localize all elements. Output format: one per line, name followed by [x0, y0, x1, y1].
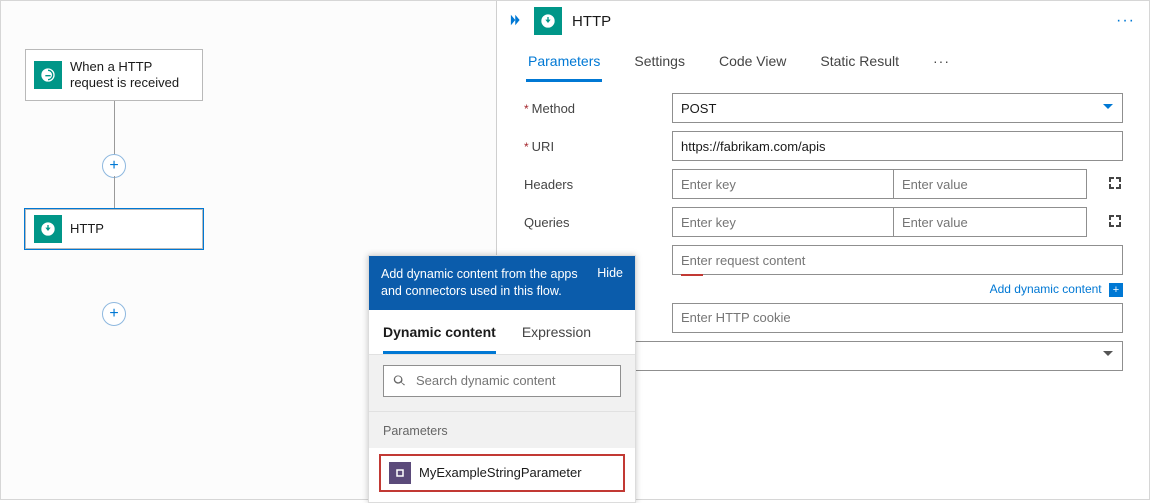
- method-label: Method: [524, 101, 662, 116]
- chevron-down-icon: [1102, 101, 1114, 116]
- tab-overflow-button[interactable]: ···: [931, 49, 952, 82]
- parameter-icon: [389, 462, 411, 484]
- http-icon: [34, 215, 62, 243]
- chevron-down-icon: [1102, 347, 1114, 365]
- http-request-icon: [34, 61, 62, 89]
- add-dynamic-plus-icon[interactable]: +: [1109, 283, 1123, 297]
- tab-code-view[interactable]: Code View: [717, 49, 788, 82]
- queries-switch-mode-button[interactable]: [1097, 213, 1123, 232]
- popover-hide-button[interactable]: Hide: [597, 266, 623, 300]
- connector-line: [114, 101, 115, 156]
- queries-value-input[interactable]: [893, 207, 1087, 237]
- panel-tabs: Parameters Settings Code View Static Res…: [498, 39, 1149, 83]
- add-step-button[interactable]: +: [102, 302, 126, 326]
- popover-search-area: [369, 354, 635, 412]
- uri-label: URI: [524, 139, 662, 154]
- tab-static-result[interactable]: Static Result: [818, 49, 901, 82]
- panel-more-button[interactable]: ···: [1116, 12, 1135, 30]
- http-action-node[interactable]: HTTP: [25, 209, 203, 249]
- dynamic-content-item-label: MyExampleStringParameter: [419, 465, 582, 480]
- popover-header: Add dynamic content from the apps and co…: [369, 256, 635, 310]
- popover-tab-dynamic-content[interactable]: Dynamic content: [383, 324, 496, 354]
- add-dynamic-content-link[interactable]: Add dynamic content: [990, 282, 1102, 296]
- trigger-node-label: When a HTTP request is received: [70, 59, 194, 92]
- popover-search-box[interactable]: [383, 365, 621, 397]
- popover-tabs: Dynamic content Expression: [369, 310, 635, 354]
- method-value: POST: [681, 101, 716, 116]
- method-select[interactable]: POST: [672, 93, 1123, 123]
- http-node-label: HTTP: [70, 221, 104, 237]
- queries-key-input[interactable]: [672, 207, 893, 237]
- tab-settings[interactable]: Settings: [632, 49, 687, 82]
- popover-message: Add dynamic content from the apps and co…: [381, 266, 587, 300]
- connector-line: [114, 176, 115, 209]
- headers-label: Headers: [524, 177, 662, 192]
- search-icon: [392, 374, 406, 388]
- popover-tab-expression[interactable]: Expression: [522, 324, 591, 354]
- validation-indicator: [681, 274, 703, 277]
- queries-label: Queries: [524, 215, 662, 230]
- http-icon: [534, 7, 562, 35]
- popover-section-parameters: Parameters: [369, 412, 635, 448]
- collapse-panel-icon[interactable]: [506, 11, 524, 32]
- headers-switch-mode-button[interactable]: [1097, 175, 1123, 194]
- body-input[interactable]: [672, 245, 1123, 275]
- add-step-button[interactable]: +: [102, 154, 126, 178]
- headers-key-input[interactable]: [672, 169, 893, 199]
- dynamic-content-item[interactable]: MyExampleStringParameter: [379, 454, 625, 492]
- panel-header: HTTP ···: [498, 1, 1149, 39]
- tab-parameters[interactable]: Parameters: [526, 49, 602, 82]
- uri-input[interactable]: [672, 131, 1123, 161]
- cookie-input[interactable]: [672, 303, 1123, 333]
- dynamic-content-popover: Add dynamic content from the apps and co…: [368, 255, 636, 503]
- panel-title: HTTP: [572, 13, 611, 30]
- trigger-node[interactable]: When a HTTP request is received: [25, 49, 203, 101]
- popover-search-input[interactable]: [414, 372, 612, 389]
- headers-value-input[interactable]: [893, 169, 1087, 199]
